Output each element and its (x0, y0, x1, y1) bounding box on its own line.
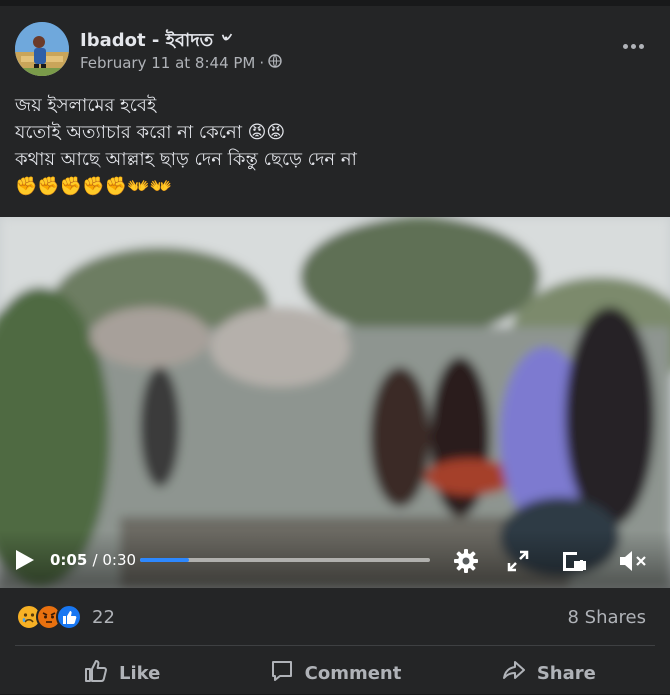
video-player[interactable]: 0:05 / 0:30 (0, 217, 670, 588)
post-timestamp[interactable]: February 11 at 8:44 PM (80, 54, 255, 72)
gear-icon[interactable] (452, 547, 480, 579)
post-actions: Like Comment Share (15, 651, 655, 695)
dot-icon (630, 43, 636, 49)
progress-bar[interactable] (140, 558, 430, 562)
comment-button[interactable]: Comment (228, 651, 441, 695)
dot-icon (638, 43, 644, 49)
thumbs-up-icon (83, 658, 109, 689)
share-label: Share (536, 662, 596, 684)
meta-separator: · (259, 54, 265, 72)
video-controls: 0:05 / 0:30 (0, 530, 670, 588)
progress-fill (140, 558, 190, 562)
like-label: Like (118, 662, 161, 684)
author-name[interactable]: Ibadot - ইবাদত ৺ (80, 26, 230, 57)
post-line: যতোই অত্যাচার করো না কেনো 😡😡 (15, 122, 286, 143)
post-text: জয় ইসলামের হবেই যতোই অত্যাচার করো না কে… (15, 92, 655, 200)
avatar[interactable] (15, 22, 69, 76)
post-card: Ibadot - ইবাদত ৺ February 11 at 8:44 PM … (0, 0, 670, 694)
comment-label: Comment (304, 662, 402, 684)
post-line: ✊✊✊✊✊👐👐 (15, 176, 172, 197)
picture-in-picture-icon[interactable] (560, 547, 588, 579)
share-icon (501, 658, 527, 689)
current-time: 0:05 (50, 551, 88, 569)
post-header: Ibadot - ইবাদত ৺ February 11 at 8:44 PM … (15, 20, 655, 76)
globe-icon (268, 54, 282, 72)
reaction-count[interactable]: 22 (92, 607, 115, 628)
share-count[interactable]: 8 Shares (568, 607, 647, 628)
expand-icon[interactable] (506, 549, 530, 577)
video-time: 0:05 / 0:30 (50, 551, 136, 569)
like-button[interactable]: Like (15, 651, 228, 695)
comment-icon (269, 658, 295, 689)
post-line: কথায় আছে আল্লাহ ছাড় দেন কিন্তু ছেড়ে দ… (15, 149, 357, 170)
divider (15, 645, 655, 646)
like-reaction-icon (56, 604, 82, 630)
dot-icon (622, 43, 628, 49)
post-meta: February 11 at 8:44 PM · (80, 54, 282, 72)
volume-muted-icon[interactable] (618, 548, 648, 578)
share-button[interactable]: Share (442, 651, 655, 695)
play-icon[interactable] (14, 548, 36, 576)
post-line: জয় ইসলামের হবেই (15, 95, 157, 116)
duration: / 0:30 (92, 551, 137, 569)
more-options-button[interactable] (615, 34, 651, 58)
reaction-summary[interactable]: 22 (16, 603, 115, 631)
